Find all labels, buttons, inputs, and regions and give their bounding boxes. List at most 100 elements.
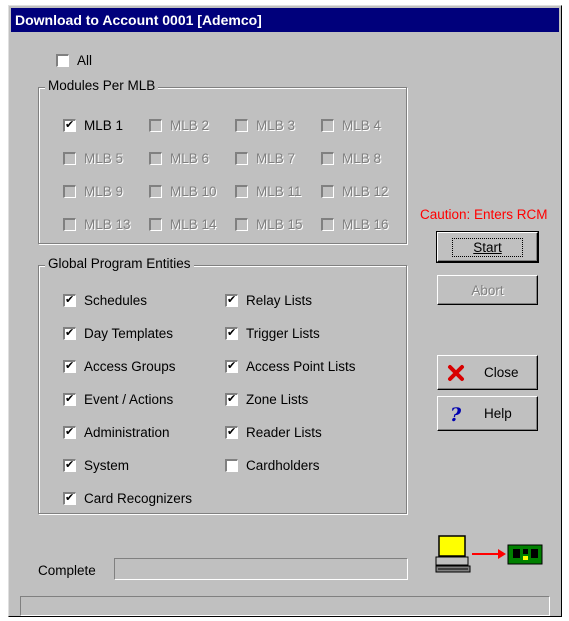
mlb-checkbox-8[interactable]: MLB 8 <box>321 151 381 166</box>
mlb-checkbox-11[interactable]: MLB 11 <box>235 184 302 199</box>
help-button[interactable]: ? Help <box>437 396 538 431</box>
status-bar <box>20 596 550 616</box>
mlb-checkbox-15-box[interactable] <box>235 218 248 231</box>
entity-checkbox-zone-lists[interactable]: Zone Lists <box>225 392 308 407</box>
mlb-checkbox-14-label: MLB 14 <box>170 217 217 232</box>
entity-checkbox-system-box[interactable] <box>63 458 76 472</box>
entity-checkbox-reader-lists[interactable]: Reader Lists <box>225 425 322 440</box>
entity-checkbox-relay-lists[interactable]: Relay Lists <box>225 293 312 308</box>
mlb-checkbox-5-label: MLB 5 <box>84 151 124 166</box>
mlb-checkbox-1-box[interactable] <box>63 118 76 132</box>
window-title: Download to Account 0001 [Ademco] <box>15 12 262 28</box>
mlb-checkbox-7[interactable]: MLB 7 <box>235 151 295 166</box>
entity-checkbox-day-templates-label: Day Templates <box>84 326 174 341</box>
mlb-checkbox-6-box[interactable] <box>149 152 162 165</box>
mlb-checkbox-14[interactable]: MLB 14 <box>149 217 217 232</box>
mlb-checkbox-9-box[interactable] <box>63 185 76 198</box>
all-checkbox-box[interactable] <box>56 54 69 67</box>
abort-button[interactable]: Abort <box>437 275 538 305</box>
mlb-checkbox-13-label: MLB 13 <box>84 217 131 232</box>
entity-checkbox-card-recognizers-box[interactable] <box>63 491 76 505</box>
mlb-checkbox-5-box[interactable] <box>63 152 76 165</box>
entity-checkbox-event-actions[interactable]: Event / Actions <box>63 392 173 407</box>
mlb-checkbox-15[interactable]: MLB 15 <box>235 217 303 232</box>
svg-text:?: ? <box>450 404 462 424</box>
mlb-checkbox-7-label: MLB 7 <box>256 151 296 166</box>
entity-checkbox-relay-lists-box[interactable] <box>225 293 238 307</box>
entity-checkbox-administration-box[interactable] <box>63 425 76 439</box>
entity-checkbox-cardholders[interactable]: Cardholders <box>225 458 320 473</box>
mlb-checkbox-16-label: MLB 16 <box>342 217 389 232</box>
title-bar[interactable]: Download to Account 0001 [Ademco] <box>11 8 559 32</box>
download-dialog: Download to Account 0001 [Ademco] All Mo… <box>8 5 562 617</box>
help-button-label: Help <box>484 406 512 421</box>
start-button[interactable]: Start <box>436 231 539 263</box>
mlb-checkbox-12-box[interactable] <box>321 185 334 198</box>
entity-checkbox-schedules[interactable]: Schedules <box>63 293 147 308</box>
mlb-checkbox-10-box[interactable] <box>149 185 162 198</box>
entity-checkbox-access-groups[interactable]: Access Groups <box>63 359 176 374</box>
entity-checkbox-reader-lists-label: Reader Lists <box>246 425 322 440</box>
all-checkbox[interactable]: All <box>56 53 92 68</box>
mlb-checkbox-15-label: MLB 15 <box>256 217 303 232</box>
entity-checkbox-system[interactable]: System <box>63 458 129 473</box>
mlb-checkbox-9-label: MLB 9 <box>84 184 124 199</box>
mlb-checkbox-1[interactable]: MLB 1 <box>63 118 123 133</box>
abort-button-label: Abort <box>471 282 504 298</box>
entity-checkbox-schedules-label: Schedules <box>84 293 148 308</box>
start-button-label: Start <box>452 237 523 257</box>
mlb-checkbox-6[interactable]: MLB 6 <box>149 151 209 166</box>
mlb-checkbox-2-box[interactable] <box>149 119 162 132</box>
entity-checkbox-event-actions-box[interactable] <box>63 392 76 406</box>
mlb-checkbox-7-box[interactable] <box>235 152 248 165</box>
mlb-checkbox-6-label: MLB 6 <box>170 151 210 166</box>
mlb-checkbox-12-label: MLB 12 <box>342 184 389 199</box>
mlb-checkbox-2-label: MLB 2 <box>170 118 210 133</box>
caution-text: Caution: Enters RCM <box>420 207 548 222</box>
entity-checkbox-administration[interactable]: Administration <box>63 425 170 440</box>
entities-group: Global Program Entities Schedules Day Tem… <box>38 256 407 514</box>
mlb-checkbox-4[interactable]: MLB 4 <box>321 118 381 133</box>
entity-checkbox-access-point-lists[interactable]: Access Point Lists <box>225 359 356 374</box>
entity-checkbox-trigger-lists[interactable]: Trigger Lists <box>225 326 320 341</box>
mlb-checkbox-3[interactable]: MLB 3 <box>235 118 295 133</box>
entity-checkbox-relay-lists-label: Relay Lists <box>246 293 313 308</box>
mlb-checkbox-14-box[interactable] <box>149 218 162 231</box>
mlb-checkbox-11-box[interactable] <box>235 185 248 198</box>
mlb-checkbox-4-box[interactable] <box>321 119 334 132</box>
mlb-checkbox-3-label: MLB 3 <box>256 118 296 133</box>
mlb-checkbox-12[interactable]: MLB 12 <box>321 184 389 199</box>
entity-checkbox-reader-lists-box[interactable] <box>225 425 238 439</box>
mlb-checkbox-10-label: MLB 10 <box>170 184 217 199</box>
entity-checkbox-access-point-lists-label: Access Point Lists <box>246 359 356 374</box>
mlb-checkbox-3-box[interactable] <box>235 119 248 132</box>
mlb-checkbox-9[interactable]: MLB 9 <box>63 184 123 199</box>
entity-checkbox-cardholders-box[interactable] <box>225 459 238 472</box>
entity-checkbox-access-point-lists-box[interactable] <box>225 359 238 373</box>
mlb-checkbox-16-box[interactable] <box>321 218 334 231</box>
entity-checkbox-schedules-box[interactable] <box>63 293 76 307</box>
mlb-checkbox-8-label: MLB 8 <box>342 151 382 166</box>
mlb-checkbox-16[interactable]: MLB 16 <box>321 217 389 232</box>
mlb-checkbox-13[interactable]: MLB 13 <box>63 217 131 232</box>
entity-checkbox-access-groups-box[interactable] <box>63 359 76 373</box>
entity-checkbox-zone-lists-box[interactable] <box>225 392 238 406</box>
entity-checkbox-zone-lists-label: Zone Lists <box>246 392 309 407</box>
close-button[interactable]: Close <box>437 355 538 390</box>
mlb-checkbox-1-label: MLB 1 <box>84 118 124 133</box>
entity-checkbox-trigger-lists-box[interactable] <box>225 326 238 340</box>
mlb-checkbox-13-box[interactable] <box>63 218 76 231</box>
mlb-checkbox-5[interactable]: MLB 5 <box>63 151 123 166</box>
red-x-icon <box>448 364 464 381</box>
entity-checkbox-card-recognizers-label: Card Recognizers <box>84 491 193 506</box>
entity-checkbox-day-templates[interactable]: Day Templates <box>63 326 173 341</box>
entity-checkbox-card-recognizers[interactable]: Card Recognizers <box>63 491 192 506</box>
modules-group: Modules Per MLB MLB 1 MLB 2 MLB 3 MLB 4 MLB … <box>38 78 407 244</box>
mlb-checkbox-2[interactable]: MLB 2 <box>149 118 209 133</box>
mlb-checkbox-8-box[interactable] <box>321 152 334 165</box>
entity-checkbox-day-templates-box[interactable] <box>63 326 76 340</box>
mlb-checkbox-10[interactable]: MLB 10 <box>149 184 217 199</box>
entity-checkbox-trigger-lists-label: Trigger Lists <box>246 326 320 341</box>
entity-checkbox-event-actions-label: Event / Actions <box>84 392 174 407</box>
progress-label: Complete <box>38 563 96 578</box>
